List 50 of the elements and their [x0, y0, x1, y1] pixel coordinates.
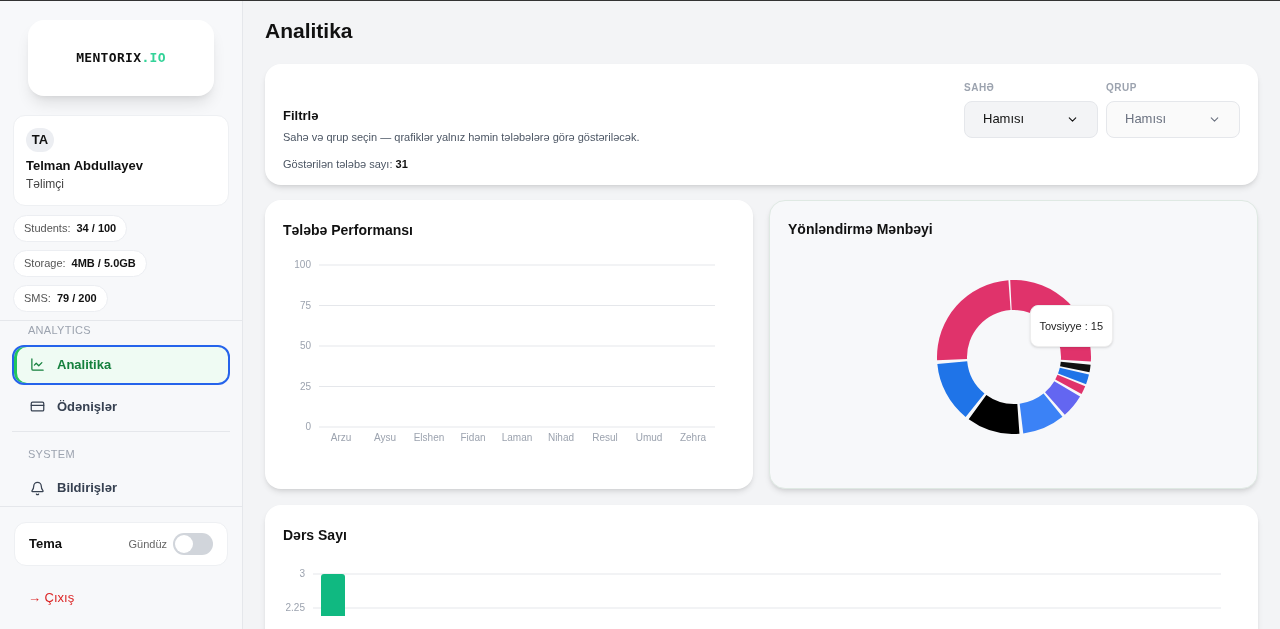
axis-label: Nihad — [547, 431, 575, 443]
usage-value: 4MB / 5.0GB — [71, 256, 136, 272]
axis-tick: 2.25 — [285, 601, 305, 613]
axis-label: Arzu — [330, 431, 352, 443]
usage-label: SMS: — [24, 291, 51, 307]
select-label: QRUP — [1106, 80, 1138, 95]
axis-label: Umud — [635, 431, 663, 443]
axis-label: Aysu — [373, 431, 397, 443]
usage-value: 34 / 100 — [76, 221, 117, 237]
nav-item[interactable]: Analitika — [12, 344, 230, 385]
theme-label: Tema — [29, 535, 63, 554]
chart-title: Dərs Sayı — [283, 525, 348, 545]
user-name: Telman Abdullayev — [26, 156, 145, 175]
chart-title: Yönləndirmə Mənbəyi — [788, 219, 934, 239]
page-title: Analitika — [265, 18, 354, 44]
credit-card-icon — [30, 399, 45, 414]
axis-label: Resul — [592, 431, 618, 443]
chart-title: Tələbə Performansı — [283, 220, 414, 240]
axis-label: Laman — [501, 431, 533, 443]
axis-tick: 25 — [299, 380, 311, 391]
axis-tick: 3 — [299, 567, 305, 579]
theme-toggle[interactable] — [173, 533, 213, 555]
axis-tick: 0 — [305, 420, 311, 432]
logo: MENTORIX.IO — [76, 49, 166, 68]
bell-icon — [30, 480, 45, 496]
section-title: SYSTEM — [27, 446, 76, 462]
user-role: Təlimçi — [26, 176, 65, 193]
theme-mode: Gündüz — [128, 536, 167, 552]
section-title: ANALYTICS — [27, 323, 92, 338]
axis-tick: 100 — [294, 258, 311, 270]
dropdown[interactable]: Hamısı — [964, 100, 1098, 138]
select-label: SAHƏ — [964, 80, 996, 95]
student-count: Göstərilən tələbə sayı: 31 — [283, 156, 409, 172]
bar — [321, 573, 345, 616]
axis-label: Elshen — [413, 431, 445, 443]
nav-item[interactable]: Bildirişlər — [12, 468, 230, 506]
line-chart-icon — [30, 357, 45, 372]
usage-label: Storage: — [24, 256, 66, 272]
donut-slice — [968, 394, 1019, 434]
filter-description: Sahə və qrup seçin — qrafiklər yalnız həmin tələbələrə görə göstəriləcək. — [283, 130, 641, 145]
nav-item[interactable]: Ödənişlər — [12, 386, 230, 427]
logout-link[interactable]: → Çıxış — [28, 588, 75, 608]
usage-value: 79 / 200 — [56, 291, 97, 307]
filter-title: Filtrlə — [283, 106, 320, 125]
usage-label: Students: — [24, 221, 71, 237]
axis-label: Fidan — [460, 431, 486, 443]
axis-label: Zehra — [679, 431, 707, 443]
avatar: TA — [26, 128, 54, 152]
axis-tick: 75 — [299, 299, 311, 310]
axis-tick: 50 — [299, 339, 311, 351]
